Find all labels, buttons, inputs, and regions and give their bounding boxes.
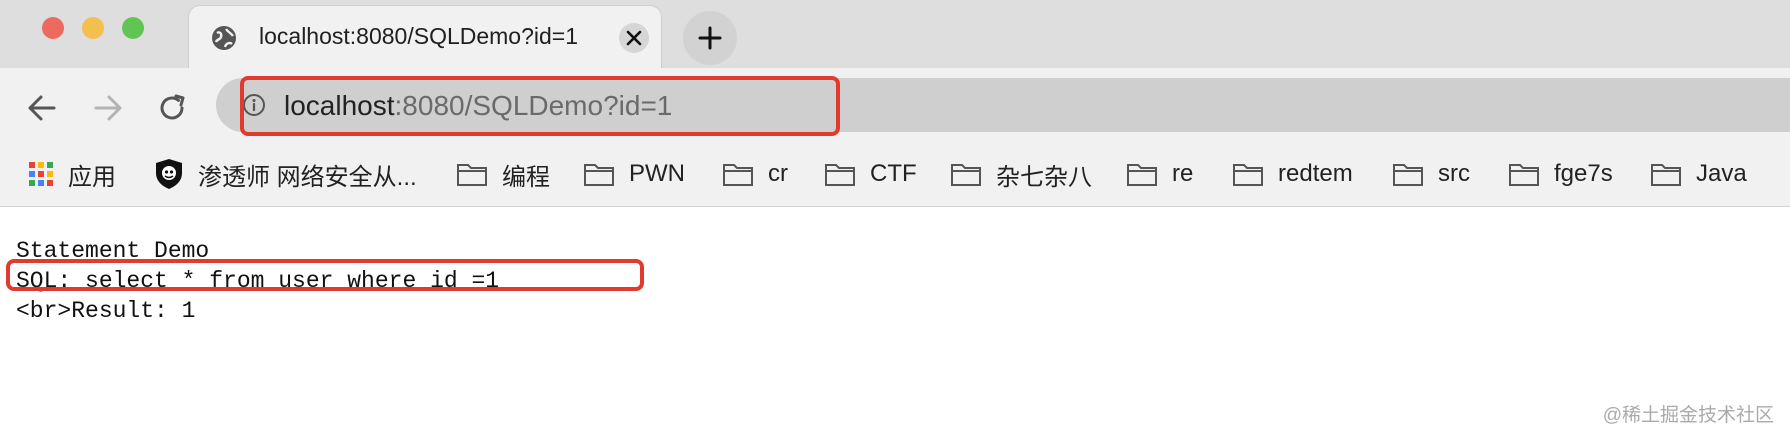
zoom-window-button[interactable]: [122, 17, 144, 39]
bookmark-folder-re[interactable]: re: [1126, 156, 1193, 192]
bookmark-label: 渗透师 网络安全从...: [198, 163, 417, 191]
watermark: @稀土掘金技术社区: [1602, 405, 1774, 426]
bookmark-folder-ctf[interactable]: CTF: [824, 156, 917, 192]
forward-icon[interactable]: [90, 90, 126, 126]
bookmark-label: Java: [1696, 160, 1747, 187]
tab-title: localhost:8080/SQLDemo?id=1: [259, 23, 579, 49]
apps-grid-icon: [29, 162, 53, 186]
bookmark-folder-pwn[interactable]: PWN: [583, 156, 685, 192]
globe-icon: [212, 26, 236, 50]
tab-bar: localhost:8080/SQLDemo?id=1: [0, 0, 1790, 69]
folder-icon: [825, 164, 855, 186]
bookmark-label: redtem: [1278, 160, 1353, 187]
bookmark-folder-cr[interactable]: cr: [722, 156, 788, 192]
bookmark-label: fge7s: [1554, 160, 1613, 187]
result-line: <br>Result: 1: [16, 298, 196, 324]
bookmark-folder-java[interactable]: Java: [1650, 156, 1747, 192]
bookmark-folder-biancheng[interactable]: 编程: [456, 156, 550, 192]
shield-icon: [156, 159, 182, 189]
bookmark-label: 编程: [502, 163, 550, 191]
bookmark-folder-fge7s[interactable]: fge7s: [1508, 156, 1613, 192]
bookmark-folder-misc[interactable]: 杂七杂八: [950, 156, 1092, 192]
bookmark-label: PWN: [629, 160, 685, 187]
folder-icon: [584, 164, 614, 186]
folder-icon: [723, 164, 753, 186]
folder-icon: [1393, 164, 1423, 186]
active-tab[interactable]: localhost:8080/SQLDemo?id=1: [188, 5, 662, 69]
reload-icon[interactable]: [154, 90, 190, 126]
tab-close-button[interactable]: [619, 23, 649, 53]
bookmark-folder-src[interactable]: src: [1392, 156, 1470, 192]
folder-icon: [1509, 164, 1539, 186]
url-highlight-box: [240, 76, 840, 136]
close-window-button[interactable]: [42, 17, 64, 39]
sql-highlight-box: [6, 259, 644, 291]
bookmark-label: 应用: [68, 163, 116, 191]
bookmark-label: CTF: [870, 160, 917, 187]
folder-icon: [1233, 164, 1263, 186]
bookmark-pentester[interactable]: 渗透师 网络安全从...: [154, 156, 417, 192]
folder-icon: [457, 164, 487, 186]
bookmark-apps[interactable]: 应用: [28, 156, 116, 192]
bookmark-label: src: [1438, 160, 1470, 187]
minimize-window-button[interactable]: [82, 17, 104, 39]
folder-icon: [1127, 164, 1157, 186]
bookmark-folder-redtem[interactable]: redtem: [1232, 156, 1353, 192]
new-tab-button[interactable]: [683, 11, 737, 65]
folder-icon: [1651, 164, 1681, 186]
close-icon: [626, 30, 642, 46]
bookmark-label: cr: [768, 160, 788, 187]
bookmark-label: re: [1172, 160, 1194, 187]
folder-icon: [951, 164, 981, 186]
back-icon[interactable]: [24, 90, 60, 126]
bookmarks-bar: 应用 渗透师 网络安全从... 编程 PWN cr CTF 杂七杂八 re re…: [0, 144, 1790, 207]
bookmark-label: 杂七杂八: [996, 163, 1092, 191]
plus-icon: [698, 26, 722, 50]
